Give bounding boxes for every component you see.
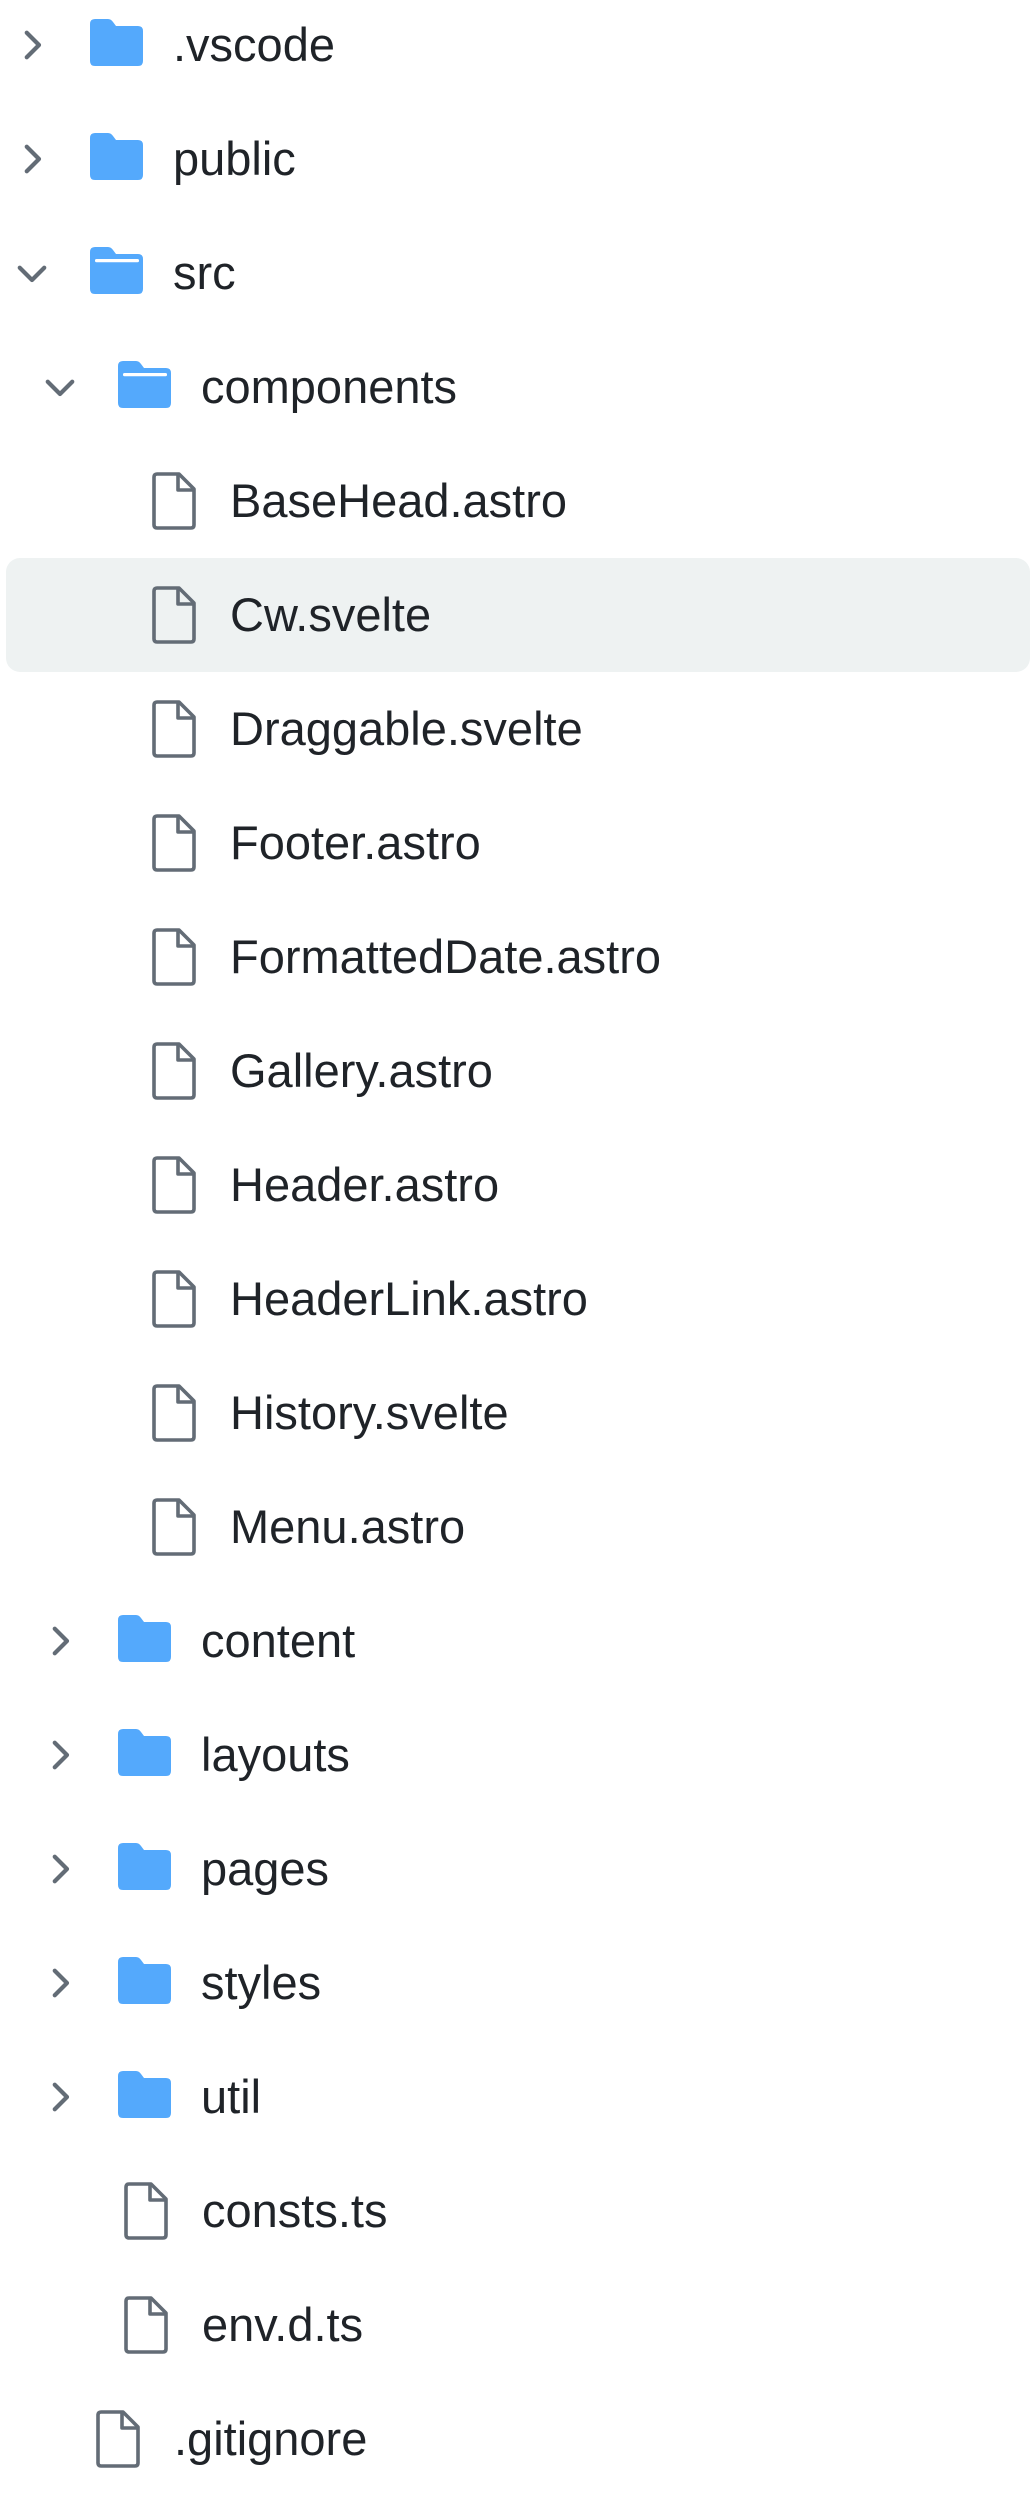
tree-item-label: Header.astro bbox=[230, 1158, 500, 1211]
tree-file-headerlink-astro[interactable]: HeaderLink.astro bbox=[0, 1242, 1031, 1356]
folder-icon bbox=[86, 130, 146, 182]
file-icon bbox=[148, 1154, 200, 1216]
file-icon bbox=[148, 470, 200, 532]
tree-folder-vscode[interactable]: .vscode bbox=[0, 0, 1031, 102]
tree-item-label: Cw.svelte bbox=[230, 588, 432, 641]
tree-item-label: BaseHead.astro bbox=[230, 474, 568, 527]
chevron-right-icon[interactable] bbox=[39, 1962, 81, 2004]
folder-icon bbox=[114, 1726, 174, 1778]
tree-item-label: pages bbox=[201, 1842, 330, 1895]
file-icon bbox=[92, 2408, 144, 2470]
tree-folder-src[interactable]: src bbox=[0, 216, 1031, 330]
tree-file-gitignore[interactable]: .gitignore bbox=[0, 2382, 1031, 2496]
folder-icon bbox=[114, 1954, 174, 2006]
file-icon bbox=[120, 2294, 172, 2356]
tree-folder-pages[interactable]: pages bbox=[0, 1812, 1031, 1926]
file-icon bbox=[148, 1040, 200, 1102]
tree-folder-components[interactable]: components bbox=[0, 330, 1031, 444]
folder-icon bbox=[114, 1612, 174, 1664]
file-icon bbox=[148, 584, 200, 646]
chevron-down-icon[interactable] bbox=[39, 366, 81, 408]
tree-folder-content[interactable]: content bbox=[0, 1584, 1031, 1698]
tree-item-label: styles bbox=[201, 1956, 322, 2009]
folder-icon bbox=[86, 16, 146, 68]
tree-item-label: util bbox=[201, 2070, 262, 2123]
tree-item-label: content bbox=[201, 1614, 356, 1667]
tree-item-label: Footer.astro bbox=[230, 816, 481, 869]
file-icon bbox=[148, 698, 200, 760]
file-icon bbox=[148, 812, 200, 874]
tree-item-label: FormattedDate.astro bbox=[230, 930, 662, 983]
tree-item-label: Gallery.astro bbox=[230, 1044, 493, 1097]
tree-item-label: .vscode bbox=[173, 18, 335, 71]
tree-folder-util[interactable]: util bbox=[0, 2040, 1031, 2154]
file-icon bbox=[148, 1268, 200, 1330]
tree-folder-public[interactable]: public bbox=[0, 102, 1031, 216]
tree-file-header-astro[interactable]: Header.astro bbox=[0, 1128, 1031, 1242]
tree-file-footer-astro[interactable]: Footer.astro bbox=[0, 786, 1031, 900]
tree-file-env-d-ts[interactable]: env.d.ts bbox=[0, 2268, 1031, 2382]
tree-item-label: History.svelte bbox=[230, 1386, 509, 1439]
chevron-right-icon[interactable] bbox=[39, 2076, 81, 2118]
file-icon bbox=[148, 926, 200, 988]
tree-file-cw-svelte[interactable]: Cw.svelte bbox=[0, 558, 1031, 672]
tree-file-consts-ts[interactable]: consts.ts bbox=[0, 2154, 1031, 2268]
tree-file-basehead-astro[interactable]: BaseHead.astro bbox=[0, 444, 1031, 558]
tree-file-menu-astro[interactable]: Menu.astro bbox=[0, 1470, 1031, 1584]
file-icon bbox=[120, 2180, 172, 2242]
chevron-right-icon[interactable] bbox=[11, 138, 53, 180]
tree-item-label: Draggable.svelte bbox=[230, 702, 583, 755]
tree-item-label: HeaderLink.astro bbox=[230, 1272, 588, 1325]
tree-folder-layouts[interactable]: layouts bbox=[0, 1698, 1031, 1812]
file-icon bbox=[148, 1496, 200, 1558]
tree-file-history-svelte[interactable]: History.svelte bbox=[0, 1356, 1031, 1470]
tree-item-label: consts.ts bbox=[202, 2184, 388, 2237]
tree-item-label: components bbox=[201, 360, 458, 413]
tree-item-label: src bbox=[173, 246, 236, 299]
tree-item-label: Menu.astro bbox=[230, 1500, 466, 1553]
chevron-right-icon[interactable] bbox=[39, 1734, 81, 1776]
tree-folder-styles[interactable]: styles bbox=[0, 1926, 1031, 2040]
file-icon bbox=[148, 1382, 200, 1444]
chevron-right-icon[interactable] bbox=[39, 1620, 81, 1662]
tree-item-label: .gitignore bbox=[174, 2412, 368, 2465]
chevron-right-icon[interactable] bbox=[39, 1848, 81, 1890]
tree-item-label: public bbox=[173, 132, 296, 185]
folder-icon bbox=[114, 1840, 174, 1892]
tree-file-draggable-svelte[interactable]: Draggable.svelte bbox=[0, 672, 1031, 786]
folder-open-icon bbox=[114, 358, 174, 410]
chevron-right-icon[interactable] bbox=[11, 24, 53, 66]
folder-open-icon bbox=[86, 244, 146, 296]
folder-icon bbox=[114, 2068, 174, 2120]
tree-item-label: env.d.ts bbox=[202, 2298, 364, 2351]
chevron-down-icon[interactable] bbox=[11, 252, 53, 294]
tree-file-gallery-astro[interactable]: Gallery.astro bbox=[0, 1014, 1031, 1128]
tree-file-formatteddate-astro[interactable]: FormattedDate.astro bbox=[0, 900, 1031, 1014]
tree-item-label: layouts bbox=[201, 1728, 350, 1781]
